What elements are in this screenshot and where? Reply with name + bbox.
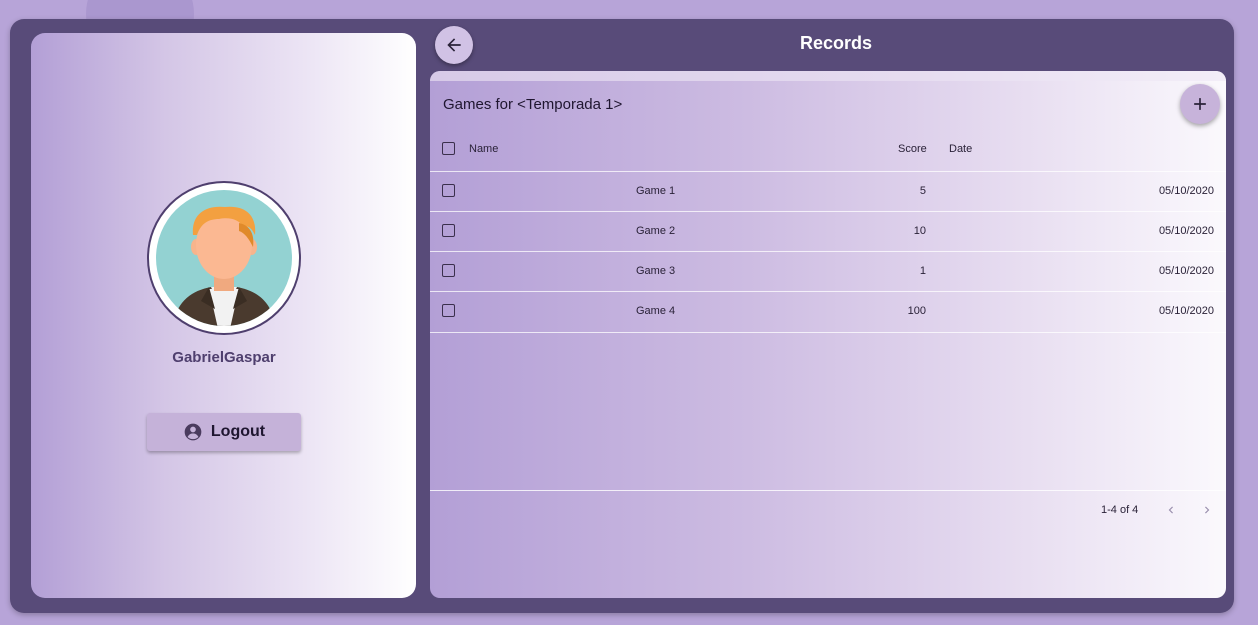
table-row[interactable]: Game 3 1 05/10/2020 xyxy=(430,251,1226,292)
table-row[interactable]: Game 2 10 05/10/2020 xyxy=(430,211,1226,252)
back-button[interactable] xyxy=(435,26,473,64)
row-name: Game 2 xyxy=(636,225,676,237)
avatar-illustration xyxy=(156,190,292,326)
logout-label: Logout xyxy=(210,423,266,440)
row-name: Game 1 xyxy=(636,185,676,197)
plus-icon xyxy=(1194,98,1206,110)
add-game-button[interactable] xyxy=(1180,84,1220,124)
chevron-right-icon xyxy=(1205,506,1210,514)
table-title: Games for <Temporada 1> xyxy=(443,96,623,113)
row-score: 1 xyxy=(919,265,926,277)
page-title: Records xyxy=(799,33,873,53)
row-score: 10 xyxy=(913,225,926,237)
row-score: 100 xyxy=(907,305,926,317)
logout-button[interactable]: Logout xyxy=(147,413,301,451)
row-name: Game 4 xyxy=(636,305,676,317)
row-name: Game 3 xyxy=(636,265,676,277)
avatar xyxy=(147,181,301,335)
arrow-left-icon xyxy=(447,38,461,52)
row-score: 5 xyxy=(919,185,926,197)
row-date: 05/10/2020 xyxy=(1158,305,1214,317)
row-checkbox[interactable] xyxy=(442,304,455,317)
column-header-name[interactable]: Name xyxy=(469,143,498,155)
username-label: GabrielGaspar xyxy=(172,349,276,366)
next-page-button[interactable] xyxy=(1197,501,1217,519)
table-row[interactable]: Game 4 100 05/10/2020 xyxy=(430,291,1226,333)
row-checkbox[interactable] xyxy=(442,224,455,237)
row-checkbox[interactable] xyxy=(442,184,455,197)
row-checkbox[interactable] xyxy=(442,264,455,277)
table-row[interactable]: Game 1 5 05/10/2020 xyxy=(430,171,1226,212)
chevron-left-icon xyxy=(1168,506,1173,514)
row-date: 05/10/2020 xyxy=(1158,265,1214,277)
prev-page-button[interactable] xyxy=(1161,501,1181,519)
pagination-range: 1-4 of 4 xyxy=(1101,504,1139,516)
account-circle-icon xyxy=(184,423,202,441)
select-all-checkbox[interactable] xyxy=(442,142,455,155)
column-header-date[interactable]: Date xyxy=(949,143,972,155)
row-date: 05/10/2020 xyxy=(1158,185,1214,197)
table-footer-divider xyxy=(430,490,1226,491)
records-panel: Games for <Temporada 1> Name Score Date … xyxy=(430,71,1226,598)
panel-top-strip xyxy=(430,71,1226,81)
row-date: 05/10/2020 xyxy=(1158,225,1214,237)
column-header-score[interactable]: Score xyxy=(898,143,927,155)
